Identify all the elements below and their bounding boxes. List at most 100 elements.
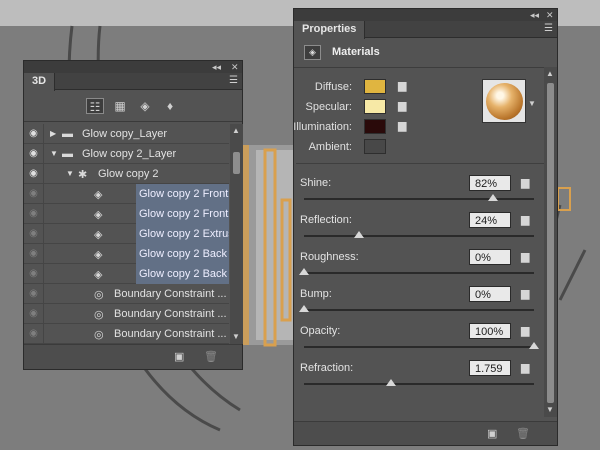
- scroll-up-icon[interactable]: ▲: [232, 126, 240, 135]
- light-icon[interactable]: ♦: [161, 98, 179, 114]
- layer-row[interactable]: ◉ ◈ Glow copy 2 Front Be...: [24, 204, 229, 224]
- layer-row[interactable]: ◉ ▼ ✱ Glow copy 2: [24, 164, 229, 184]
- visibility-eye-icon[interactable]: ◉: [24, 124, 44, 144]
- tab-3d[interactable]: 3D: [24, 73, 56, 91]
- collapse-arrow-icon[interactable]: ▼: [50, 149, 58, 158]
- slider-knob[interactable]: [354, 231, 365, 238]
- layer-row[interactable]: ◉ ◈ Glow copy 2 Extrusio...: [24, 224, 229, 244]
- visibility-eye-icon[interactable]: ◉: [24, 304, 44, 324]
- layer-row[interactable]: ◉ ◎ Boundary Constraint ...: [24, 324, 229, 344]
- visibility-eye-icon[interactable]: ◉: [24, 224, 44, 244]
- scene-icon[interactable]: ☷: [86, 98, 104, 114]
- slider-track[interactable]: [304, 346, 534, 348]
- folder-icon[interactable]: ▆: [398, 99, 406, 112]
- close-icon[interactable]: ✕: [231, 61, 239, 73]
- layer-label: Glow copy 2 Back Be...: [136, 244, 229, 264]
- panel-menu-icon[interactable]: ☰: [229, 75, 238, 86]
- material-icon[interactable]: ◈: [136, 98, 154, 114]
- visibility-eye-icon[interactable]: ◉: [24, 204, 44, 224]
- folder-icon[interactable]: ▆: [398, 79, 406, 92]
- illumination-color-swatch[interactable]: [364, 119, 386, 134]
- folder-icon[interactable]: ▆: [398, 119, 406, 132]
- close-icon[interactable]: ✕: [546, 9, 554, 21]
- folder-icon[interactable]: ▆: [521, 287, 529, 300]
- material-preview[interactable]: [482, 79, 526, 123]
- diffuse-row: Diffuse: ▆: [294, 79, 474, 95]
- material-icon: ◈: [94, 249, 103, 261]
- slider-track[interactable]: [304, 383, 534, 385]
- layer-label: Glow copy 2 Front Be...: [136, 204, 229, 224]
- layer-label: Glow copy 2 Back Infl...: [136, 264, 229, 284]
- scroll-down-icon[interactable]: ▼: [232, 332, 240, 341]
- folder-icon[interactable]: ▆: [521, 213, 529, 226]
- folder-icon[interactable]: ▆: [521, 361, 529, 374]
- mesh-icon: ✱: [78, 169, 88, 181]
- visibility-eye-icon[interactable]: ◉: [24, 244, 44, 264]
- layer-row[interactable]: ◉ ▶ ▬ Glow copy_Layer: [24, 124, 229, 144]
- scroll-up-icon[interactable]: ▲: [546, 69, 554, 78]
- materials-header: ◈ Materials: [294, 38, 557, 68]
- slider-knob[interactable]: [386, 379, 397, 386]
- scroll-thumb[interactable]: [547, 83, 554, 403]
- folder-icon[interactable]: ▆: [521, 250, 529, 263]
- slider-knob[interactable]: [299, 268, 309, 275]
- layer-row[interactable]: ◉ ◎ Boundary Constraint ...: [24, 304, 229, 324]
- new-material-icon[interactable]: ▣: [487, 427, 497, 440]
- diffuse-color-swatch[interactable]: [364, 79, 386, 94]
- collapse-icon[interactable]: ◂◂: [530, 9, 539, 21]
- 3d-panel: ◂◂ ✕ 3D ☰ ☷ ▦ ◈ ♦ ◉ ▶ ▬ Glow copy_Layer ◉ ▼ ▬ G…: [23, 60, 243, 370]
- 3d-filter-bar: ☷ ▦ ◈ ♦: [24, 90, 242, 122]
- panel-menu-icon[interactable]: ☰: [544, 23, 553, 34]
- properties-title-bar[interactable]: ◂◂ ✕: [294, 9, 557, 21]
- ambient-color-swatch[interactable]: [364, 139, 386, 154]
- 3d-list-scrollbar[interactable]: ▲ ▼: [230, 124, 243, 344]
- layer-label: Boundary Constraint ...: [114, 328, 227, 340]
- folder-icon[interactable]: ▆: [521, 324, 529, 337]
- trash-icon[interactable]: 🗑: [516, 427, 530, 440]
- slider-knob[interactable]: [529, 342, 539, 349]
- layer-row[interactable]: ◉ ▼ ▬ Glow copy 2_Layer: [24, 144, 229, 164]
- collapse-icon[interactable]: ◂◂: [212, 61, 221, 73]
- ambient-label: Ambient:: [308, 141, 352, 153]
- collapse-arrow-icon[interactable]: ▼: [66, 169, 74, 178]
- slider-value-field[interactable]: 82%: [469, 175, 511, 191]
- visibility-eye-icon[interactable]: ◉: [24, 184, 44, 204]
- visibility-eye-icon[interactable]: ◉: [24, 264, 44, 284]
- slider-value-field[interactable]: 100%: [469, 323, 511, 339]
- visibility-eye-icon[interactable]: ◉: [24, 144, 44, 164]
- scroll-thumb[interactable]: [233, 152, 240, 174]
- 3d-panel-title-bar[interactable]: ◂◂ ✕: [24, 61, 242, 73]
- properties-scrollbar[interactable]: ▲ ▼: [544, 67, 557, 417]
- visibility-eye-icon[interactable]: ◉: [24, 284, 44, 304]
- slider-track[interactable]: [304, 235, 534, 237]
- specular-color-swatch[interactable]: [364, 99, 386, 114]
- material-icon: ◈: [94, 209, 103, 221]
- trash-icon[interactable]: 🗑: [204, 350, 218, 363]
- new-object-icon[interactable]: ▣: [174, 350, 184, 363]
- slider-track[interactable]: [304, 198, 534, 200]
- layer-row[interactable]: ◉ ◈ Glow copy 2 Back Infl...: [24, 264, 229, 284]
- slider-value-field[interactable]: 0%: [469, 286, 511, 302]
- constraint-icon: ◎: [94, 309, 104, 321]
- expand-arrow-icon[interactable]: ▶: [50, 129, 56, 138]
- visibility-eye-icon[interactable]: ◉: [24, 324, 44, 344]
- layer-label: Glow copy 2 Front Inf...: [136, 184, 229, 204]
- slider-value-field[interactable]: 1.759: [469, 360, 511, 376]
- slider-knob[interactable]: [487, 194, 498, 201]
- tab-properties[interactable]: Properties: [294, 21, 366, 39]
- layer-row[interactable]: ◉ ◎ Boundary Constraint ...: [24, 284, 229, 304]
- slider-value-field[interactable]: 24%: [469, 212, 511, 228]
- material-picker-arrow-icon[interactable]: ▼: [528, 99, 536, 108]
- visibility-eye-icon[interactable]: ◉: [24, 164, 44, 184]
- 3d-panel-footer: ▣ 🗑: [24, 344, 242, 369]
- slider-value-field[interactable]: 0%: [469, 249, 511, 265]
- slider-track[interactable]: [304, 272, 534, 274]
- layer-row[interactable]: ◉ ◈ Glow copy 2 Front Inf...: [24, 184, 229, 204]
- layer-row[interactable]: ◉ ◈ Glow copy 2 Back Be...: [24, 244, 229, 264]
- slider-track[interactable]: [304, 309, 534, 311]
- folder-icon[interactable]: ▆: [521, 176, 529, 189]
- slider-knob[interactable]: [299, 305, 309, 312]
- mesh-icon[interactable]: ▦: [111, 98, 129, 114]
- scroll-down-icon[interactable]: ▼: [546, 405, 554, 414]
- constraint-icon: ◎: [94, 289, 104, 301]
